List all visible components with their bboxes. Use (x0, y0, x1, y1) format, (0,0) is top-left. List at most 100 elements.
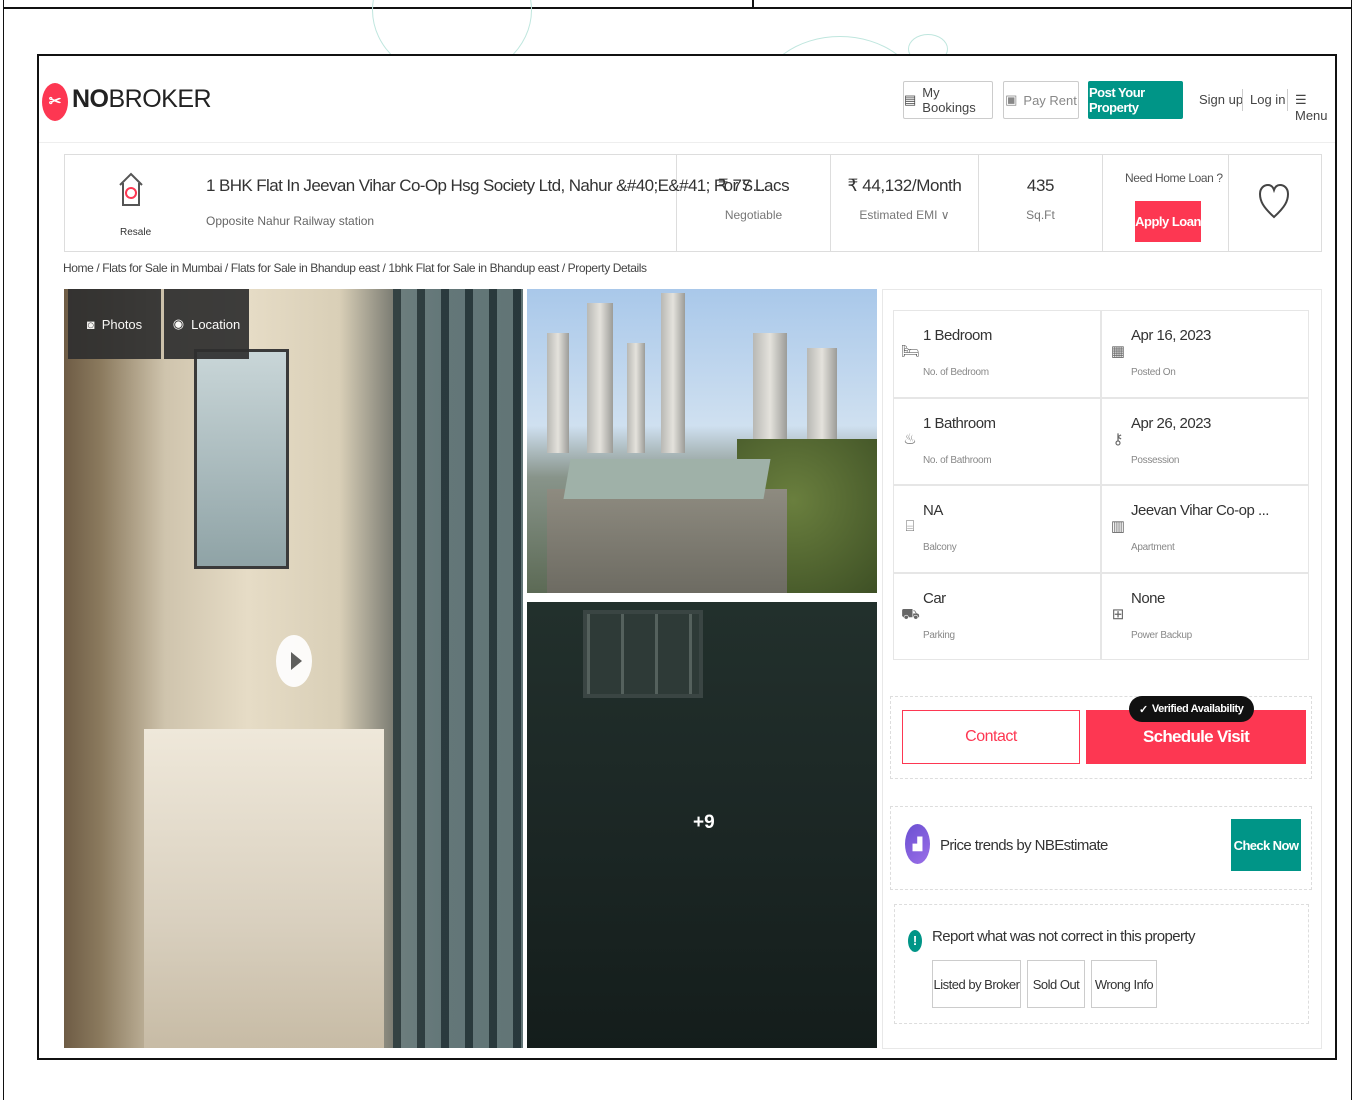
verified-availability-badge: ✓ Verified Availability (1129, 696, 1254, 722)
detail-value: Apr 26, 2023 (1131, 414, 1211, 432)
building-icon: ▥ (1110, 518, 1126, 535)
photo-window (583, 610, 703, 698)
property-details-grid: 🛏 1 Bedroom No. of Bedroom ▦ Apr 16, 2023 Po… (893, 310, 1309, 660)
detail-bathrooms: ♨ 1 Bathroom No. of Bathroom (894, 398, 1100, 484)
battery-icon: ⊞ (1111, 605, 1125, 623)
area-value: 435 (1026, 176, 1055, 195)
more-photos-count[interactable]: +9 (693, 812, 715, 834)
loan-question: Need Home Loan ? (1125, 171, 1223, 185)
check-circle-icon: ✓ (1139, 703, 1148, 716)
check-now-button[interactable]: Check Now (1231, 819, 1301, 871)
sign-up-link[interactable]: Sign up (1199, 92, 1243, 107)
logo-rest: BROKER (108, 85, 212, 113)
report-sold-out-button[interactable]: Sold Out (1027, 960, 1085, 1008)
photo-floor (144, 729, 384, 1048)
contact-button[interactable]: Contact (902, 710, 1080, 764)
photo-thumbnail-skyline[interactable] (527, 289, 877, 593)
report-wrong-info-button[interactable]: Wrong Info (1091, 960, 1157, 1008)
detail-value: 1 Bathroom (923, 414, 996, 432)
price-trends-text: Price trends by NBEstimate (940, 837, 1108, 854)
emi-label[interactable]: Estimated EMI ∨ (831, 208, 978, 222)
detail-label: Apartment (1131, 542, 1175, 553)
photo-tower (661, 293, 685, 453)
hamburger-icon: ☰ (1295, 92, 1307, 107)
price-value: ₹ 77 Lacs (717, 176, 790, 195)
heart-icon[interactable] (1258, 179, 1290, 223)
my-bookings-button[interactable]: ▤ My Bookings (903, 81, 993, 119)
photos-tab[interactable]: ◙ Photos (68, 289, 161, 359)
detail-balcony: ⌸ NA Balcony (894, 486, 1100, 572)
resale-icon (117, 169, 145, 209)
main-photo[interactable]: ◙ Photos ◉ Location (64, 289, 523, 1048)
car-icon: ⛟ (901, 605, 920, 623)
bathtub-icon: ♨ (903, 430, 917, 448)
balcony-icon: ⌸ (905, 518, 915, 535)
detail-value: NA (923, 502, 943, 519)
key-icon: ⚷ (1112, 430, 1124, 448)
detail-label: Posted On (1131, 367, 1176, 378)
detail-label: Balcony (923, 542, 957, 553)
logo-icon[interactable]: ✂ (42, 83, 68, 121)
photos-tab-label: Photos (101, 316, 143, 332)
resale-label: Resale (120, 227, 152, 238)
info-icon: ! (908, 930, 922, 952)
photo-tower (627, 343, 645, 453)
apply-loan-button[interactable]: Apply Loan (1135, 201, 1201, 242)
detail-bedrooms: 🛏 1 Bedroom No. of Bedroom (894, 311, 1100, 397)
photo-thumbnail-more[interactable]: +9 (527, 602, 877, 1048)
location-tab-label: Location (191, 316, 241, 332)
play-video-icon[interactable] (276, 635, 312, 687)
detail-value: Apr 16, 2023 (1131, 327, 1211, 344)
property-title: 1 BHK Flat In Jeevan Vihar Co-Op Hsg Soc… (206, 176, 765, 195)
detail-label: Power Backup (1131, 629, 1192, 641)
photo-window (194, 349, 289, 569)
post-property-button[interactable]: Post Your Property (1088, 81, 1183, 119)
summary-title-cell: Resale 1 BHK Flat In Jeevan Vihar Co-Op … (65, 155, 765, 251)
menu-label: Menu (1295, 108, 1328, 123)
menu-button[interactable]: ☰ Menu (1295, 92, 1335, 123)
browser-screen: ✂ NOBROKER ▤ My Bookings ▣ Pay Rent Post Y… (37, 54, 1337, 1060)
price-cell: ₹ 77 Lacs Negotiable (677, 155, 831, 251)
detail-parking: ⛟ Car Parking (894, 573, 1100, 659)
photo-tower (547, 333, 569, 453)
location-tab[interactable]: ◉ Location (164, 289, 249, 359)
pay-rent-label: Pay Rent (1023, 92, 1077, 108)
photo-door-grill (393, 289, 523, 1048)
detail-label: Parking (923, 629, 955, 641)
detail-label: No. of Bathroom (923, 454, 992, 466)
my-bookings-label: My Bookings (922, 85, 976, 115)
detail-value: None (1131, 589, 1165, 607)
property-summary: Resale 1 BHK Flat In Jeevan Vihar Co-Op … (64, 154, 1322, 252)
compass-icon: ◉ (172, 316, 185, 331)
photo-tower (753, 333, 787, 453)
detail-label: Possession (1131, 454, 1180, 466)
breadcrumb[interactable]: Home / Flats for Sale in Mumbai / Flats … (63, 261, 647, 275)
loan-cell: Need Home Loan ? Apply Loan (1103, 155, 1229, 251)
photo-tower (587, 303, 613, 453)
calendar-icon: ▦ (1110, 343, 1126, 360)
pay-rent-button[interactable]: ▣ Pay Rent (1003, 81, 1079, 119)
detail-possession: ⚷ Apr 26, 2023 Possession (1102, 398, 1308, 484)
property-subtitle: Opposite Nahur Railway station (206, 214, 375, 228)
chart-icon: ▟ (905, 824, 930, 864)
camera-icon: ◙ (86, 316, 95, 332)
log-in-link[interactable]: Log in (1250, 92, 1285, 107)
report-listed-by-broker-button[interactable]: Listed by Broker (932, 960, 1021, 1008)
logo-text[interactable]: NOBROKER (72, 85, 212, 114)
emi-cell[interactable]: ₹ 44,132/Month Estimated EMI ∨ (831, 155, 979, 251)
photo-tower (807, 348, 837, 453)
detail-posted-on: ▦ Apr 16, 2023 Posted On (1102, 311, 1308, 397)
header-separator (1287, 89, 1288, 111)
outer-divider (752, 0, 754, 8)
detail-value: Jeevan Vihar Co-op ... (1131, 502, 1269, 519)
header-divider (39, 142, 1335, 143)
shortlist-cell (1229, 155, 1321, 251)
verified-label: Verified Availability (1151, 703, 1244, 715)
price-note: Negotiable (724, 208, 783, 222)
wallet-icon: ▣ (1005, 92, 1018, 107)
photo-walls (547, 489, 787, 593)
detail-power-backup: ⊞ None Power Backup (1102, 573, 1308, 659)
photo-roof (563, 459, 771, 499)
emi-value: ₹ 44,132/Month (847, 176, 962, 195)
detail-value: 1 Bedroom (923, 327, 992, 344)
